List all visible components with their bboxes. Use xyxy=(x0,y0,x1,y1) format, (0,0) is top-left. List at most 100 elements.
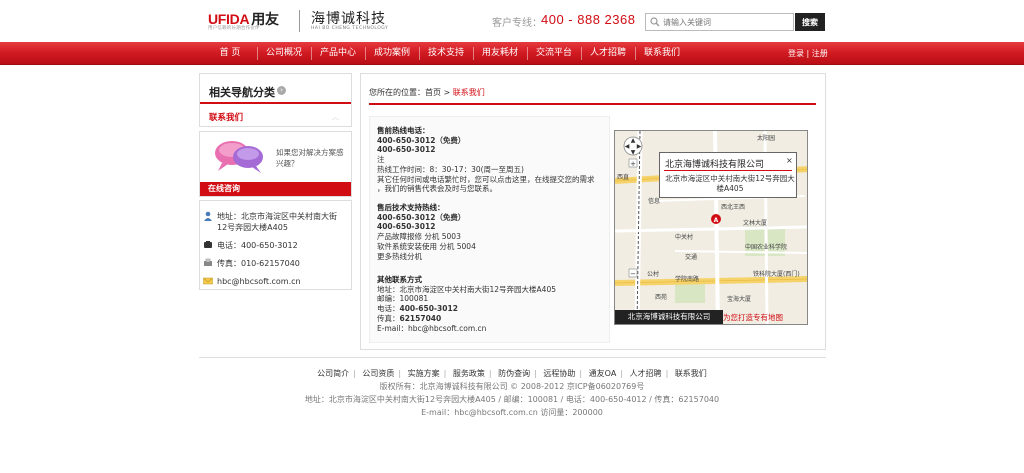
nav-item-jobs[interactable]: 人才招聘 xyxy=(581,42,635,65)
search-input[interactable] xyxy=(663,15,791,29)
map-popup-title: 北京海博诚科技有限公司 xyxy=(665,160,765,170)
nav-item-cases[interactable]: 成功案例 xyxy=(365,42,419,65)
footer-rule xyxy=(199,357,826,358)
footer-address: 地址：北京市海淀区中关村南大街12号奔园大楼A405 / 邮编：100081 /… xyxy=(304,395,720,404)
logo-divider xyxy=(299,10,300,32)
sidebar-title: 相关导航分类 xyxy=(209,86,275,99)
close-icon[interactable]: × xyxy=(786,156,793,165)
footer-link-anticounterfeit[interactable]: 防伪查询 xyxy=(498,368,530,379)
sidebar-title-rule xyxy=(200,102,351,104)
phone-icon xyxy=(204,241,212,248)
aftersales-title: 售后技术支持热线： xyxy=(377,203,445,212)
sidebar-item-contact[interactable]: 联系我们 xyxy=(209,111,243,123)
chat-bubbles-icon xyxy=(215,141,263,173)
location-map[interactable]: ▲ ▼ ◀ ▶ + − A 太阳园 西直 信息 西北王西 文林大厦 中国农业科学… xyxy=(614,130,808,325)
register-link[interactable]: 注册 xyxy=(812,49,828,58)
svg-text:▼: ▼ xyxy=(631,149,636,156)
consult-box: 如果您对解决方案感兴趣？ 在线咨询 xyxy=(199,131,352,197)
contact-email-link[interactable]: hbc@hbcsoft.com.cn xyxy=(217,276,301,287)
map-place-taiyangyuan: 太阳园 xyxy=(757,134,775,142)
map-place-haoshang: 宝海大厦 xyxy=(727,295,751,303)
login-link[interactable]: 登录 xyxy=(788,49,804,58)
nav-item-support[interactable]: 技术支持 xyxy=(419,42,473,65)
main-content: 您所在的位置：首页 > 联系我们 售前热线电话： 400-650-3012（免费… xyxy=(360,73,826,350)
presales-block: 售前热线电话： 400-650-3012（免费） 400-650-3012 注 … xyxy=(377,126,609,194)
presales-line5: 其它任何时间或电话繁忙时，您可以点击这里，在线提交您的需求 xyxy=(377,174,595,184)
footer-links: 公司简介 | 公司资质 | 实施方案 | 服务政策 | 防伪查询 | 远程协助 | 通友OA… xyxy=(317,368,707,379)
contact-address-line1: 地址：北京市海淀区中关村南大街 xyxy=(217,212,337,221)
map-place-physics: 中国农业科学院 xyxy=(745,243,787,251)
breadcrumb-home[interactable]: 首页 xyxy=(425,88,441,97)
footer-link-about[interactable]: 公司简介 xyxy=(317,368,349,379)
map-place-wenlin: 文林大厦 xyxy=(743,219,767,227)
consult-text: 如果您对解决方案感兴趣？ xyxy=(276,148,344,168)
other-phone: 电话：400-650-3012 xyxy=(377,304,609,314)
map-popup-address: 北京市海淀区中关村南大街12号奔园大楼A405 xyxy=(665,174,795,193)
breadcrumb-rule xyxy=(369,103,816,105)
mail-icon xyxy=(203,277,213,285)
contact-address-line2: 12号奔园大楼A405 xyxy=(217,223,288,232)
online-consult-button[interactable]: 在线咨询 xyxy=(200,182,351,196)
presales-line1: 400-650-3012（免费） xyxy=(377,135,466,145)
footer-link-jobs[interactable]: 人才招聘 xyxy=(630,368,662,379)
hotline-number: 400 - 888 2368 xyxy=(541,12,636,27)
hbc-logo[interactable]: 海博诚科技 xyxy=(311,8,386,28)
map-place-xinxin: 信息 xyxy=(648,197,660,205)
presales-line4: 热线工作时间：8：30-17：30(周一至周五) xyxy=(377,164,524,174)
other-email[interactable]: E-mail：hbc@hbcsoft.com.cn xyxy=(377,324,609,334)
nav-item-supplies[interactable]: 用友耗材 xyxy=(473,42,527,65)
svg-text:▶: ▶ xyxy=(637,143,642,150)
footer-link-contact[interactable]: 联系我们 xyxy=(675,368,707,379)
other-postcode: 邮编：100081 xyxy=(377,294,609,304)
nav-items: 首 页 公司概况 产品中心 成功案例 技术支持 用友耗材 交流平台 人才招聘 联… xyxy=(203,42,689,65)
svg-text:−: − xyxy=(630,270,636,278)
svg-text:▲: ▲ xyxy=(631,137,636,144)
map-place-jiaotong: 交通 xyxy=(685,253,697,261)
postcode-value: 100081 xyxy=(399,294,429,304)
nav-item-home[interactable]: 首 页 xyxy=(203,42,257,65)
map-company-label: 北京海博诚科技有限公司 xyxy=(615,310,723,324)
aftersales-more[interactable]: 更多热线分机 xyxy=(377,252,609,262)
other-contact-block: 其他联系方式 地址：北京市海淀区中关村南大街12号奔园大楼A405 邮编：100… xyxy=(377,275,609,333)
arrow-circle-icon: › xyxy=(277,86,286,95)
header: UFIDA 用友 用户信赖的长期合作伙伴 海博诚科技 HAI BO CHENG T… xyxy=(0,0,1024,42)
nav-item-about[interactable]: 公司概况 xyxy=(257,42,311,65)
aftersales-block: 售后技术支持热线： 400-650-3012（免费） 400-650-3012 … xyxy=(377,203,609,261)
contact-info-panel: 售前热线电话： 400-650-3012（免费） 400-650-3012 注 … xyxy=(369,116,610,343)
breadcrumb-separator: > xyxy=(443,88,451,97)
map-place-railway: 铁科院大厦(西门) xyxy=(753,270,800,278)
svg-text:A: A xyxy=(714,217,719,224)
svg-text:◀: ◀ xyxy=(625,143,630,150)
phone-value: 400-650-3012 xyxy=(399,304,458,314)
footer-link-qualification[interactable]: 公司资质 xyxy=(362,368,394,379)
footer-link-remote[interactable]: 远程协助 xyxy=(543,368,575,379)
svg-text:+: + xyxy=(630,160,636,168)
search-button[interactable]: 搜索 xyxy=(795,13,825,31)
fax-value: 62157040 xyxy=(399,313,442,323)
nav-item-products[interactable]: 产品中心 xyxy=(311,42,365,65)
ufida-slogan: 用户信赖的长期合作伙伴 xyxy=(208,26,260,31)
fax-label: 传真： xyxy=(377,313,400,323)
footer-link-oa[interactable]: 通友OA xyxy=(589,368,617,379)
aftersales-line3: 产品故障报修 分机 5003 xyxy=(377,232,461,242)
other-fax: 传真：62157040 xyxy=(377,314,609,324)
postcode-label: 邮编： xyxy=(377,294,400,304)
hotline-label: 客户专线： xyxy=(492,18,542,29)
map-promo-link[interactable]: 为您打造专有地图 xyxy=(723,312,795,324)
map-place-xiyuan: 西苑 xyxy=(655,293,667,301)
map-place-business: 学院南路 xyxy=(675,275,699,283)
map-popup-rule xyxy=(664,170,792,171)
footer-link-solutions[interactable]: 实施方案 xyxy=(408,368,440,379)
map-place-xibeiwangxi: 西北王西 xyxy=(721,203,745,211)
hbc-logo-sub: HAI BO CHENG TECHNOLOGY xyxy=(311,26,389,31)
breadcrumb-current: 联系我们 xyxy=(452,88,485,97)
footer-link-service[interactable]: 服务政策 xyxy=(453,368,485,379)
map-place-xizhimen: 西直 xyxy=(617,173,629,181)
other-address: 地址：北京市海淀区中关村南大街12号奔园大楼A405 xyxy=(377,284,556,294)
nav-item-contact[interactable]: 联系我们 xyxy=(635,42,689,65)
user-icon xyxy=(204,211,212,221)
aftersales-line4: 软件系统安装使用 分机 5004 xyxy=(377,241,476,251)
sidebar-nav-box: 相关导航分类 › 联系我们 ︿ xyxy=(199,73,352,127)
contact-phone-text: 电话：400-650-3012 xyxy=(217,241,298,250)
nav-item-forum[interactable]: 交流平台 xyxy=(527,42,581,65)
